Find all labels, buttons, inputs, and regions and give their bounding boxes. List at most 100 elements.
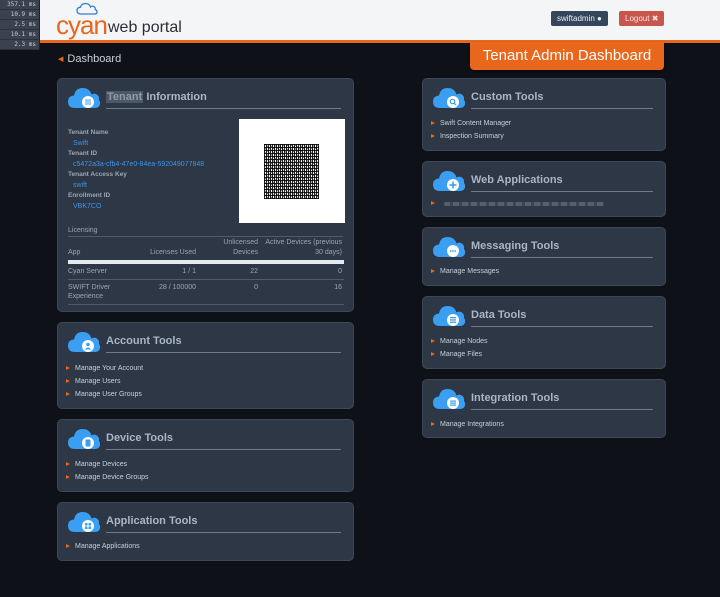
licensing-table: App Licenses Used Unlicensed Devices Act…: [68, 238, 344, 305]
table-cell: 0: [338, 268, 342, 275]
table-cell: 22: [250, 268, 258, 275]
custom-tools-panel: Custom Tools Swift Content Manager Inspe…: [422, 78, 666, 151]
inspection-summary-link[interactable]: Inspection Summary: [431, 130, 511, 143]
web-application-link-obscured[interactable]: [431, 201, 611, 207]
link-label: Swift Content Manager: [440, 120, 512, 127]
enrollment-qr-code: [239, 119, 345, 223]
dashboard-title-tab: Tenant Admin Dashboard: [470, 42, 664, 70]
manage-your-account-link[interactable]: Manage Your Account: [66, 362, 143, 375]
manage-user-groups-link[interactable]: Manage User Groups: [66, 388, 143, 401]
data-tools-list: Manage Nodes Manage Files: [431, 335, 487, 361]
link-label: Manage Applications: [75, 543, 140, 550]
tenant-key-label: Tenant Access Key: [68, 171, 127, 178]
title-underline: [106, 449, 341, 450]
logout-label: Logout: [625, 14, 650, 23]
table-header-row: App Licenses Used Unlicensed Devices Act…: [68, 238, 344, 262]
arrow-right-icon: [66, 366, 70, 370]
table-cell: 0: [254, 284, 258, 291]
column-header: Unlicensed Devices: [223, 239, 258, 256]
title-underline: [106, 532, 341, 533]
title-highlight: Tenant: [106, 91, 144, 103]
link-label: Manage Messages: [440, 268, 500, 275]
manage-integrations-link[interactable]: Manage Integrations: [431, 418, 504, 431]
device-tools-panel: Device Tools Manage Devices Manage Devic…: [57, 419, 354, 492]
link-label: Manage Devices: [75, 461, 128, 468]
timing-value: 2.3 ms: [0, 40, 39, 50]
user-menu-button[interactable]: swiftadmin ●: [551, 11, 608, 26]
logout-button[interactable]: Logout ✖: [619, 11, 665, 26]
arrow-right-icon: [431, 201, 435, 205]
manage-applications-link[interactable]: Manage Applications: [66, 540, 140, 553]
manage-files-link[interactable]: Manage Files: [431, 348, 487, 361]
title-underline: [471, 409, 653, 410]
cloud-list-icon: [68, 88, 101, 108]
tenant-details: Tenant Name Swift Tenant ID c5472a3a-cfb…: [68, 128, 204, 212]
link-label: Manage Users: [75, 378, 121, 385]
logo-web-portal-text: web portal: [108, 19, 182, 36]
timing-value: 10.9 ms: [0, 10, 39, 20]
data-tools-panel: Data Tools Manage Nodes Manage Files: [422, 296, 666, 369]
cloud-search-icon: [433, 88, 466, 108]
logo-cyan-text: cyan: [56, 10, 108, 40]
cloud-plus-icon: [433, 171, 466, 191]
panel-title: Device Tools: [106, 432, 174, 444]
cloud-apps-icon: [68, 512, 101, 532]
arrow-right-icon: [431, 422, 435, 426]
manage-users-link[interactable]: Manage Users: [66, 375, 143, 388]
arrow-right-icon: [431, 269, 435, 273]
tenant-name-value: Swift: [73, 140, 89, 147]
licensing-title: Licensing: [68, 227, 98, 234]
table-cell: 28 / 100000: [159, 284, 196, 291]
panel-title: Messaging Tools: [471, 240, 560, 252]
messaging-tools-panel: Messaging Tools Manage Messages: [422, 227, 666, 286]
cloud-user-icon: [68, 332, 101, 352]
timing-value: 357.1 ms: [0, 0, 39, 10]
application-tools-panel: Application Tools Manage Applications: [57, 502, 354, 561]
panel-title: Data Tools: [471, 309, 527, 321]
link-label: Inspection Summary: [440, 133, 504, 140]
link-label: Manage Integrations: [440, 421, 504, 428]
breadcrumb-label: Dashboard: [67, 53, 122, 65]
manage-nodes-link[interactable]: Manage Nodes: [431, 335, 487, 348]
title-underline: [471, 108, 653, 109]
panel-title: Custom Tools: [471, 91, 544, 103]
swift-content-manager-link[interactable]: Swift Content Manager: [431, 117, 511, 130]
account-tools-panel: Account Tools Manage Your Account Manage…: [57, 322, 354, 409]
timing-overlay: 357.1 ms 10.9 ms 2.5 ms 10.1 ms 2.3 ms: [0, 0, 40, 50]
timing-value: 2.5 ms: [0, 20, 39, 30]
table-cell: 1 / 1: [182, 268, 196, 275]
qr-code-image: [264, 144, 319, 199]
licensing-divider: [68, 236, 343, 237]
panel-title: Integration Tools: [471, 392, 560, 404]
arrow-right-icon: [66, 462, 70, 466]
tenant-id-value: c5472a3a-cfb4-47e0-84ea-592049077848: [73, 161, 205, 168]
breadcrumb[interactable]: ◀ Dashboard: [58, 53, 121, 65]
manage-device-groups-link[interactable]: Manage Device Groups: [66, 471, 149, 484]
web-applications-panel: Web Applications: [422, 161, 666, 217]
messaging-tools-list: Manage Messages: [431, 265, 499, 278]
title-rest: Information: [146, 91, 207, 103]
cloud-chat-icon: [433, 237, 466, 257]
tenant-name-label: Tenant Name: [68, 129, 109, 136]
enrollment-id-label: Enrollment ID: [68, 192, 111, 199]
arrow-right-icon: [431, 134, 435, 138]
manage-devices-link[interactable]: Manage Devices: [66, 458, 149, 471]
table-row: SWIFT Driver Experience 28 / 100000 0 16: [68, 280, 344, 305]
arrow-right-icon: [66, 379, 70, 383]
title-underline: [106, 108, 341, 109]
integration-tools-list: Manage Integrations: [431, 418, 504, 431]
column-header: Active Devices (previous 30 days): [265, 239, 342, 256]
tenant-id-label: Tenant ID: [68, 150, 98, 157]
link-label: Manage Nodes: [440, 338, 488, 345]
device-tools-list: Manage Devices Manage Device Groups: [66, 458, 149, 484]
panel-title: Application Tools: [106, 515, 198, 527]
arrow-right-icon: [66, 475, 70, 479]
user-label: swiftadmin: [557, 14, 595, 23]
cloud-device-icon: [68, 429, 101, 449]
title-underline: [471, 257, 653, 258]
panel-title: Tenant Information: [106, 91, 207, 103]
enrollment-id-value: VBK7CO: [73, 203, 102, 210]
title-underline: [471, 326, 653, 327]
table-cell: Cyan Server: [68, 268, 107, 275]
manage-messages-link[interactable]: Manage Messages: [431, 265, 499, 278]
